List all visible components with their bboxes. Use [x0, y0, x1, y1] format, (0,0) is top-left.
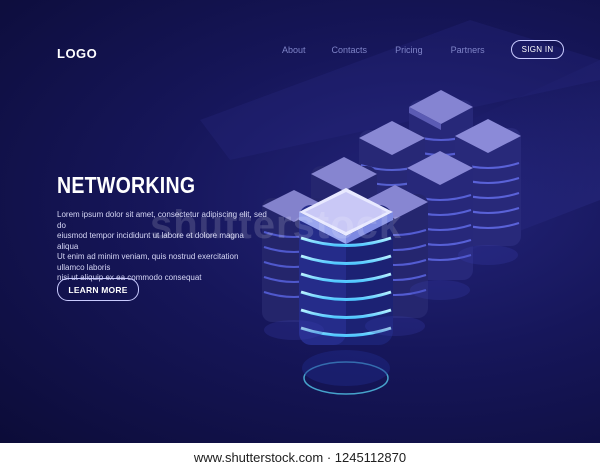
nav-about[interactable]: About	[282, 45, 306, 55]
nav-partners[interactable]: Partners	[451, 45, 485, 55]
nav-pricing[interactable]: Pricing	[395, 45, 423, 55]
hero-banner: LOGO About Contacts Pricing Partners SIG…	[0, 0, 600, 443]
page-title: NETWORKING	[57, 172, 196, 198]
logo[interactable]: LOGO	[57, 46, 97, 61]
nav-contacts[interactable]: Contacts	[332, 45, 368, 55]
top-nav: About Contacts Pricing Partners SIGN IN	[282, 40, 565, 59]
stock-watermark: shutterstock	[150, 203, 403, 247]
description-line: Ut enim ad minim veniam, quis nostrud ex…	[57, 252, 239, 272]
watermark-footer: www.shutterstock.com · 1245112870	[193, 450, 407, 465]
sign-in-button[interactable]: SIGN IN	[510, 40, 565, 59]
learn-more-button[interactable]: LEARN MORE	[57, 278, 139, 301]
